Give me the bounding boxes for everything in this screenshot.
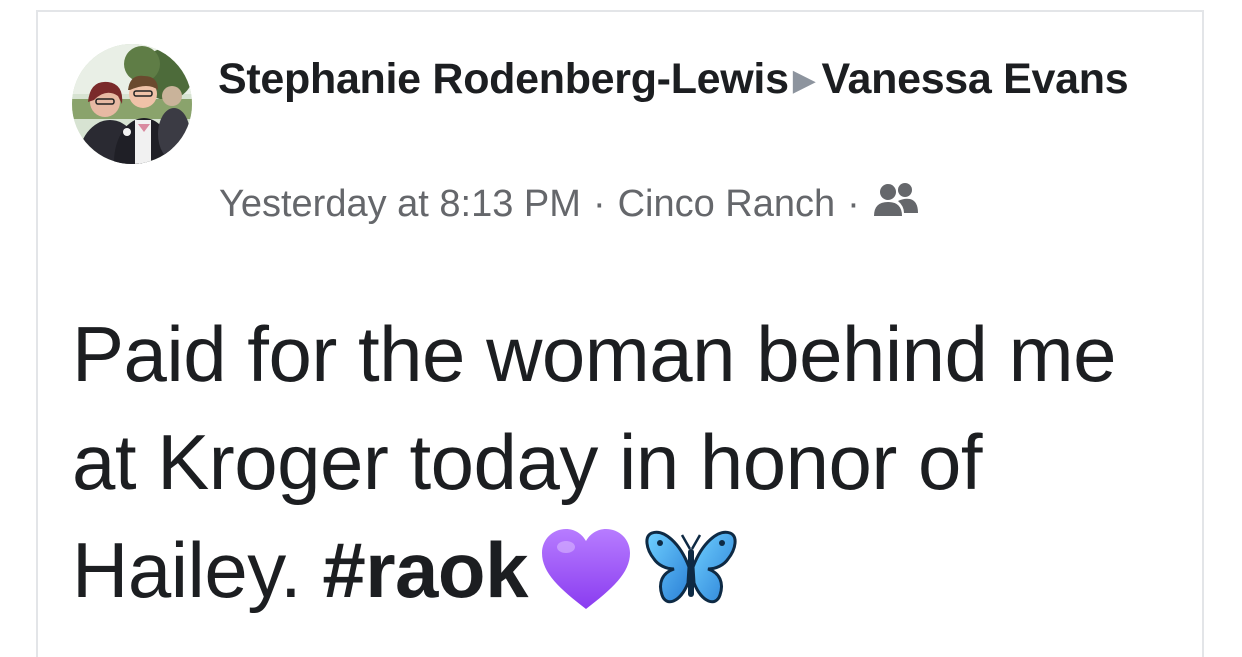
post-body: Paid for the woman behind me at Kroger t… — [72, 300, 1182, 638]
recipient-name-link[interactable]: Vanessa Evans — [821, 55, 1128, 103]
author-name-link[interactable]: Stephanie Rodenberg-Lewis — [218, 55, 789, 103]
post-timestamp[interactable]: Yesterday at 8:13 PM — [219, 183, 581, 225]
meta-separator: · — [847, 183, 860, 225]
post-location[interactable]: Cinco Ranch — [618, 183, 836, 225]
post-header-names: Stephanie Rodenberg-Lewis ▶ Vanessa Evans — [218, 50, 1178, 110]
butterfly-icon — [644, 527, 738, 638]
share-to-arrow-icon: ▶ — [792, 64, 816, 97]
purple-heart-icon — [540, 527, 632, 638]
page: Stephanie Rodenberg-Lewis ▶ Vanessa Evans … — [0, 0, 1242, 657]
meta-separator: · — [592, 183, 606, 225]
avatar-photo — [72, 44, 192, 164]
hashtag-link[interactable]: #raok — [322, 526, 528, 614]
post-meta: Yesterday at 8:13 PM · Cinco Ranch · — [219, 178, 918, 234]
friends-icon[interactable] — [873, 180, 918, 234]
author-avatar[interactable] — [72, 44, 192, 164]
